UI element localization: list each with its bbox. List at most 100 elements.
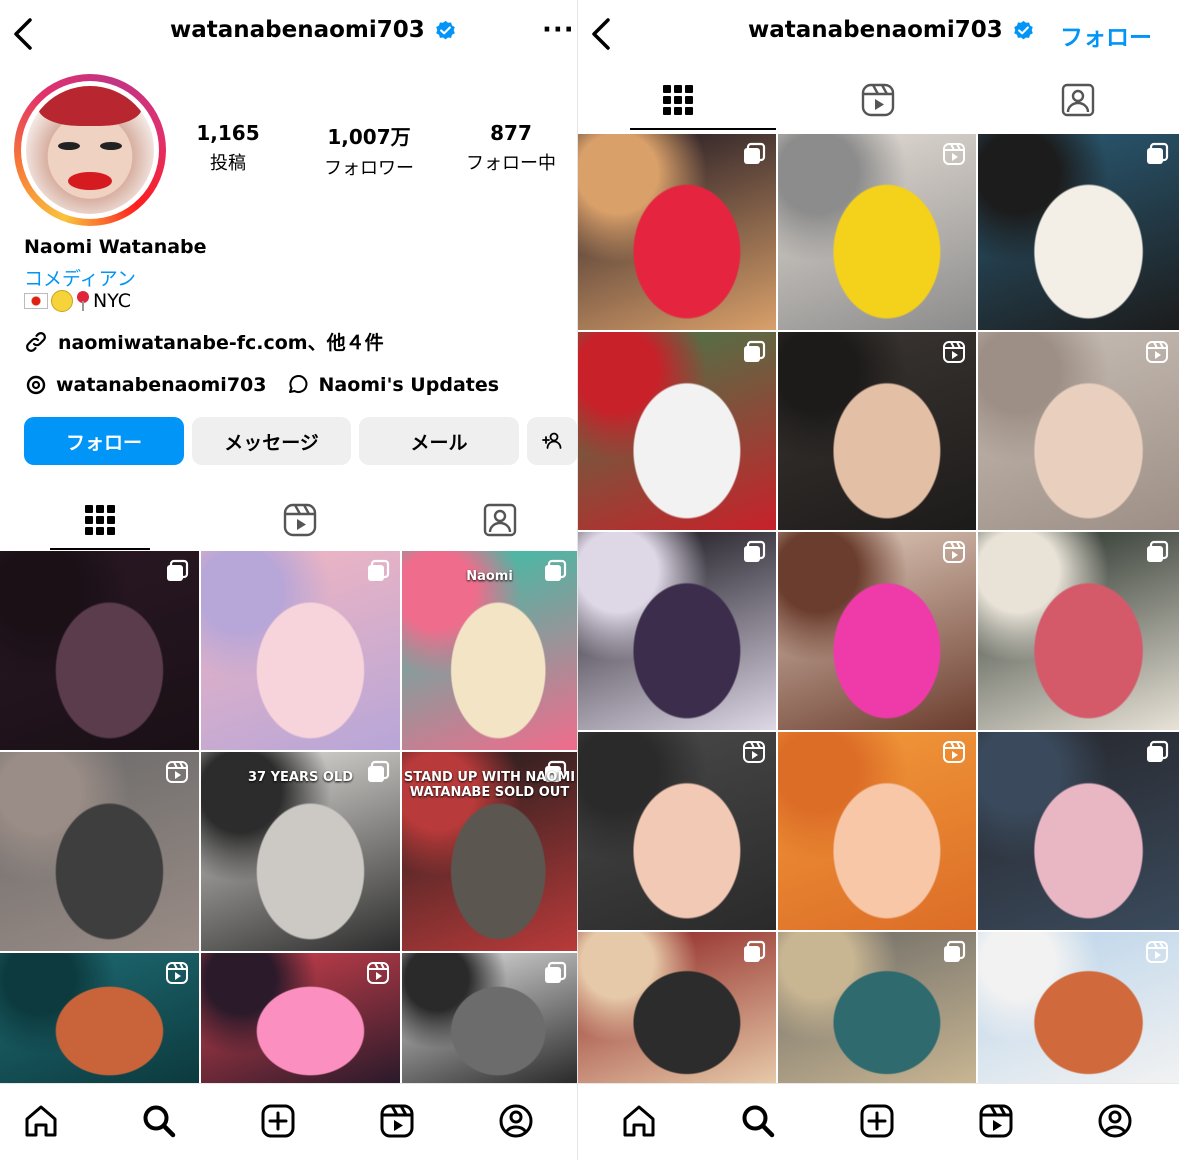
japan-flag-icon bbox=[24, 293, 48, 309]
follow-button[interactable]: フォロー bbox=[24, 417, 184, 465]
profile-username-header: watanabenaomi703 bbox=[170, 17, 456, 43]
profile-avatar[interactable] bbox=[14, 74, 166, 226]
chevron-left-icon[interactable] bbox=[8, 16, 38, 52]
updates-channel-text[interactable]: Naomi's Updates bbox=[318, 374, 499, 396]
message-button[interactable]: メッセージ bbox=[192, 417, 351, 465]
carousel-badge-icon bbox=[942, 940, 966, 964]
avatar-hair bbox=[38, 86, 142, 126]
post-thumbnail[interactable] bbox=[778, 332, 976, 530]
reel-badge-icon bbox=[942, 340, 966, 364]
reel-badge-icon bbox=[942, 740, 966, 764]
post-thumbnail[interactable] bbox=[778, 134, 976, 330]
post-overlay-text: Naomi bbox=[466, 569, 513, 584]
reel-badge-icon bbox=[165, 760, 189, 784]
avatar bbox=[26, 86, 154, 214]
reels-icon bbox=[861, 83, 895, 117]
search-icon[interactable] bbox=[140, 1102, 178, 1140]
profile-bio-location: NYC bbox=[24, 290, 131, 312]
top-bar: watanabenaomi703 ··· bbox=[0, 0, 577, 68]
link-text: naomiwatanabe-fc.com、他４件 bbox=[58, 332, 384, 354]
post-thumbnail[interactable] bbox=[778, 932, 976, 1083]
threads-and-updates-row: watanabenaomi703 Naomi's Updates bbox=[24, 373, 499, 397]
post-overlay-text: STAND UP WITH NAOMI WATANABE SOLD OUT bbox=[403, 770, 576, 800]
profile-icon[interactable] bbox=[497, 1102, 535, 1140]
post-thumbnail[interactable] bbox=[778, 532, 976, 730]
followers-count[interactable]: 1,007万 フォロワー bbox=[314, 121, 424, 180]
chevron-left-icon[interactable] bbox=[586, 16, 616, 52]
grid-icon bbox=[663, 85, 693, 115]
post-thumbnail[interactable] bbox=[0, 551, 199, 750]
post-thumbnail[interactable] bbox=[0, 752, 199, 951]
carousel-badge-icon bbox=[742, 940, 766, 964]
stat-label: 投稿 bbox=[210, 153, 246, 174]
location-text: NYC bbox=[93, 290, 132, 312]
post-thumbnail[interactable] bbox=[978, 932, 1179, 1083]
threads-icon bbox=[24, 373, 48, 397]
tab-tagged[interactable] bbox=[1030, 70, 1126, 130]
stat-label: フォロワー bbox=[324, 158, 414, 179]
post-thumbnail[interactable] bbox=[978, 532, 1179, 730]
tab-posts-grid[interactable] bbox=[630, 70, 726, 130]
reels-icon[interactable] bbox=[977, 1102, 1015, 1140]
post-overlay-text: 37 YEARS OLD bbox=[248, 770, 353, 785]
threads-handle[interactable]: watanabenaomi703 bbox=[56, 374, 266, 396]
carousel-badge-icon bbox=[742, 540, 766, 564]
post-thumbnail[interactable] bbox=[978, 134, 1179, 330]
carousel-badge-icon bbox=[366, 559, 390, 583]
add-person-icon[interactable] bbox=[527, 417, 577, 465]
post-thumbnail[interactable] bbox=[201, 551, 400, 750]
home-icon[interactable] bbox=[22, 1102, 60, 1140]
carousel-badge-icon bbox=[1145, 540, 1169, 564]
profile-tabs bbox=[0, 490, 577, 550]
reels-icon[interactable] bbox=[378, 1102, 416, 1140]
carousel-badge-icon bbox=[1145, 142, 1169, 166]
post-thumbnail[interactable] bbox=[578, 732, 776, 930]
home-icon[interactable] bbox=[620, 1102, 658, 1140]
post-thumbnail[interactable] bbox=[978, 732, 1179, 930]
posts-count[interactable]: 1,165 投稿 bbox=[196, 121, 260, 175]
moon-face-icon bbox=[51, 290, 73, 312]
tab-tagged[interactable] bbox=[450, 490, 550, 550]
profile-category[interactable]: コメディアン bbox=[24, 264, 136, 291]
following-count[interactable]: 877 フォロー中 bbox=[456, 121, 566, 175]
post-thumbnail[interactable] bbox=[578, 134, 776, 330]
profile-panel-right: watanabenaomi703 フォロー bbox=[578, 0, 1179, 1160]
tab-reels[interactable] bbox=[830, 70, 926, 130]
profile-external-link[interactable]: naomiwatanabe-fc.com、他４件 bbox=[24, 328, 384, 355]
link-icon bbox=[24, 330, 48, 354]
post-thumbnail[interactable] bbox=[578, 932, 776, 1083]
profile-icon[interactable] bbox=[1096, 1102, 1134, 1140]
posts-grid: Naomi 37 YEARS OLD STAND UP WITH NAOMI WAT… bbox=[0, 551, 577, 1083]
post-thumbnail[interactable] bbox=[578, 332, 776, 530]
post-thumbnail[interactable] bbox=[201, 953, 400, 1083]
tab-reels[interactable] bbox=[250, 490, 350, 550]
avatar-lips bbox=[68, 172, 112, 190]
create-icon[interactable] bbox=[858, 1102, 896, 1140]
post-thumbnail[interactable] bbox=[0, 953, 199, 1083]
more-dots-icon[interactable]: ··· bbox=[542, 17, 574, 48]
broadcast-channel-icon bbox=[286, 373, 310, 397]
post-thumbnail[interactable] bbox=[778, 732, 976, 930]
post-thumbnail[interactable] bbox=[402, 953, 577, 1083]
bottom-nav bbox=[0, 1083, 577, 1160]
post-thumbnail[interactable]: Naomi bbox=[402, 551, 577, 750]
bottom-nav bbox=[578, 1083, 1179, 1160]
post-thumbnail[interactable]: STAND UP WITH NAOMI WATANABE SOLD OUT bbox=[402, 752, 577, 951]
tab-posts-grid[interactable] bbox=[50, 490, 150, 550]
create-icon[interactable] bbox=[259, 1102, 297, 1140]
avatar-eye bbox=[58, 142, 80, 150]
email-button[interactable]: メール bbox=[359, 417, 519, 465]
reel-badge-icon bbox=[742, 740, 766, 764]
carousel-badge-icon bbox=[165, 559, 189, 583]
post-thumbnail[interactable] bbox=[578, 532, 776, 730]
location-pin-icon bbox=[76, 291, 90, 311]
stat-value: 877 bbox=[490, 121, 532, 145]
posts-grid bbox=[578, 134, 1179, 1083]
tagged-icon bbox=[483, 503, 517, 537]
post-thumbnail[interactable] bbox=[978, 332, 1179, 530]
profile-tabs bbox=[578, 70, 1179, 130]
follow-link-button[interactable]: フォロー bbox=[1060, 18, 1152, 52]
username-text: watanabenaomi703 bbox=[170, 17, 425, 43]
post-thumbnail[interactable]: 37 YEARS OLD bbox=[201, 752, 400, 951]
search-icon[interactable] bbox=[739, 1102, 777, 1140]
